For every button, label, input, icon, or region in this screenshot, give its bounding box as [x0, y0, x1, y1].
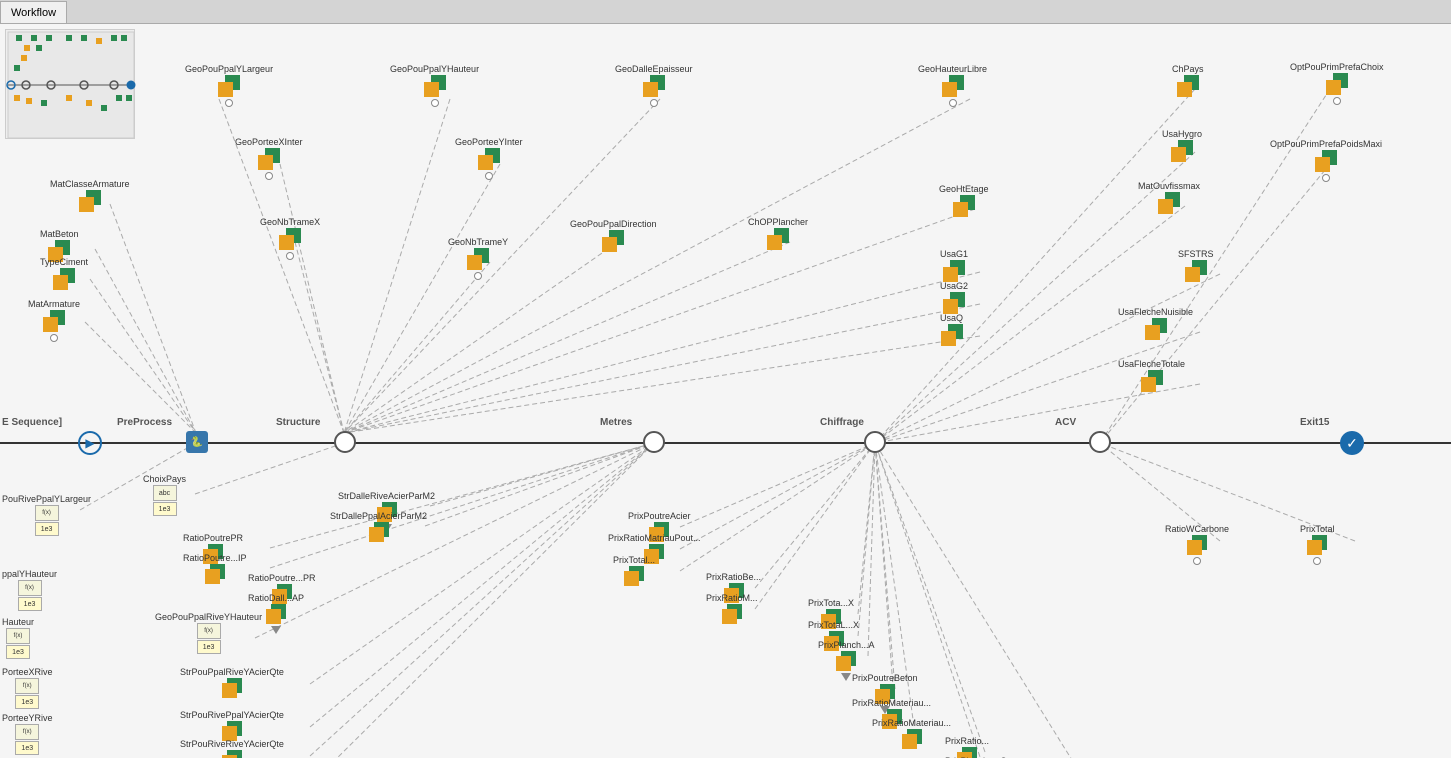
pipeline-node-acv[interactable]: [1089, 431, 1111, 453]
node-StrPouRiveRiveYAcierQte[interactable]: StrPouRiveRiveYAcierQte: [180, 739, 284, 758]
pipeline-node-metres[interactable]: [643, 431, 665, 453]
node-ppalYHauteur[interactable]: ppalYHauteur f(x) 1e3: [2, 569, 57, 611]
node-TypeCiment[interactable]: TypeCiment: [40, 257, 88, 290]
pipeline-node-structure[interactable]: [334, 431, 356, 453]
node-GeoNbTrameX[interactable]: GeoNbTrameX: [260, 217, 320, 260]
node-GeoPorteeYInter[interactable]: GeoPorteeYInter: [455, 137, 523, 180]
node-SFSTRS[interactable]: SFSTRS: [1178, 249, 1214, 282]
node-StrDallePpalAcierParM2[interactable]: StrDallePpalAcierParM2: [330, 511, 427, 542]
stage-metres: Metres: [600, 417, 632, 428]
pipeline-node-sequence[interactable]: ▶: [78, 431, 102, 455]
node-OptPouPrimPrefaPoidsMaxi[interactable]: OptPouPrimPrefaPoidsMaxi: [1270, 139, 1382, 182]
node-UsaFlecheNuisible[interactable]: UsaFlecheNuisible: [1118, 307, 1193, 340]
node-GeoPouPpalYHauteur[interactable]: GeoPouPpalYHauteur: [390, 64, 479, 107]
stage-sequence: E Sequence]: [2, 417, 62, 428]
node-RatioWCarbone[interactable]: RatioWCarbone: [1165, 524, 1229, 565]
node-UsaQ[interactable]: UsaQ: [940, 313, 963, 346]
stage-chiffrage: Chiffrage: [820, 417, 864, 428]
node-PrixTotal-[interactable]: PrixTotal...: [613, 555, 655, 586]
node-PrixRatio-[interactable]: PrixRatio...: [945, 736, 989, 758]
node-GeoHtEtage[interactable]: GeoHtEtage: [939, 184, 989, 217]
stage-preprocess: PreProcess: [117, 417, 172, 428]
node-UsaFlecheTotale[interactable]: UsaFlecheTotale: [1118, 359, 1185, 392]
tab-label: Workflow: [11, 7, 56, 19]
node-PrixRatioM2[interactable]: PrixRatioM...: [706, 593, 758, 624]
node-ChoixPays[interactable]: ChoixPays abc 1e3: [143, 474, 186, 516]
stage-acv: ACV: [1055, 417, 1076, 428]
node-PrixRatioMateriau2[interactable]: PrixRatioMateriau...: [872, 718, 951, 749]
stage-structure: Structure: [276, 417, 320, 428]
node-PorteeYRive[interactable]: PorteeYRive f(x) 1e3: [2, 713, 53, 755]
node-RatioPoutreIP[interactable]: RatioPoutre...IP: [183, 553, 247, 584]
pipeline-node-exit15[interactable]: ✓: [1340, 431, 1364, 455]
tab-bar: Workflow: [0, 0, 1451, 24]
canvas: E Sequence] PreProcess Structure Metres …: [0, 24, 1451, 758]
node-Hauteur[interactable]: Hauteur f(x) 1e3: [2, 617, 34, 659]
node-UsaHygro[interactable]: UsaHygro: [1162, 129, 1202, 162]
node-GeoNbTrameY[interactable]: GeoNbTrameY: [448, 237, 508, 280]
pipeline-node-preprocess[interactable]: 🐍: [186, 431, 208, 453]
workflow-tab[interactable]: Workflow: [0, 1, 67, 23]
node-UsaG2[interactable]: UsaG2: [940, 281, 968, 314]
node-OptPouPrimPrefaChoix[interactable]: OptPouPrimPrefaChoix: [1290, 62, 1384, 105]
node-UsaG1[interactable]: UsaG1: [940, 249, 968, 282]
node-PrixTotal[interactable]: PrixTotal: [1300, 524, 1335, 565]
node-MatClasseArmature[interactable]: MatClasseArmature: [50, 179, 130, 212]
node-ChPays[interactable]: ChPays: [1172, 64, 1204, 97]
node-GeoPouPpalRiveYHauteur[interactable]: GeoPouPpalRiveYHauteur f(x) 1e3: [155, 612, 262, 654]
node-GeoDalleEpaisseur[interactable]: GeoDalleEpaisseur: [615, 64, 693, 107]
node-PouRivePpalYLargeur[interactable]: PouRivePpalYLargeur f(x) 1e3: [2, 494, 91, 536]
node-StrPouRivePpalYAcierQte[interactable]: StrPouRivePpalYAcierQte: [180, 710, 284, 741]
node-ChOPPlancher[interactable]: ChOPPlancher: [748, 217, 808, 250]
pipeline-node-chiffrage[interactable]: [864, 431, 886, 453]
node-GeoPorteeXInter[interactable]: GeoPorteeXInter: [235, 137, 303, 180]
minimap[interactable]: [5, 29, 135, 139]
node-GeoHauteurLibre[interactable]: GeoHauteurLibre: [918, 64, 987, 107]
node-StrPouPpalRiveYAcierQte[interactable]: StrPouPpalRiveYAcierQte: [180, 667, 284, 698]
minimap-svg: [6, 30, 136, 140]
node-MatOuvfissmax[interactable]: MatOuvfissmax: [1138, 181, 1200, 214]
stage-exit15: Exit15: [1300, 417, 1329, 428]
node-PorteeXRive[interactable]: PorteeXRive f(x) 1e3: [2, 667, 53, 709]
node-MatArmature[interactable]: MatArmature: [28, 299, 80, 342]
node-GeoPouPpalDirection[interactable]: GeoPouPpalDirection: [570, 219, 657, 252]
node-GeoPouPpalYLargeur[interactable]: GeoPouPpalYLargeur: [185, 64, 273, 107]
